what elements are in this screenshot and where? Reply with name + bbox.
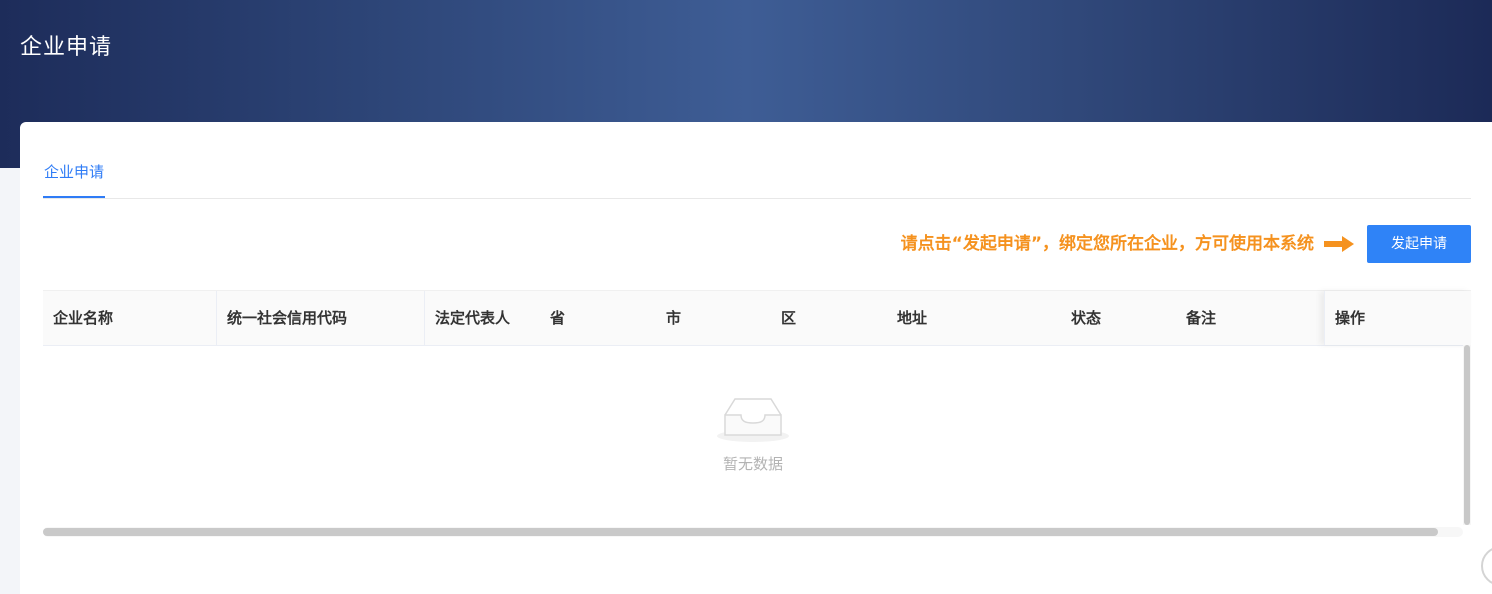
content-card: 企业申请 请点击“发起申请”，绑定您所在企业，方可使用本系统 发起申请 企业名称… <box>20 122 1492 594</box>
notice-text: 请点击“发起申请”，绑定您所在企业，方可使用本系统 <box>900 234 1314 254</box>
apply-button[interactable]: 发起申请 <box>1367 225 1471 263</box>
column-header-actions[interactable]: 操作 <box>1324 291 1471 345</box>
empty-text: 暂无数据 <box>722 455 783 473</box>
tab-enterprise-apply[interactable]: 企业申请 <box>43 160 106 198</box>
arrow-right-icon <box>1324 236 1354 252</box>
page-title: 企业申请 <box>20 35 113 60</box>
column-header-legal-rep[interactable]: 法定代表人 <box>424 291 540 345</box>
column-header-address[interactable]: 地址 <box>887 291 1061 345</box>
empty-state: 暂无数据 <box>43 345 1463 525</box>
column-header-city[interactable]: 市 <box>656 291 771 345</box>
horizontal-scrollbar[interactable] <box>43 527 1463 537</box>
vertical-scrollbar[interactable] <box>1463 345 1471 525</box>
column-header-remark[interactable]: 备注 <box>1176 291 1324 345</box>
column-header-name[interactable]: 企业名称 <box>43 291 216 345</box>
vertical-scrollbar-thumb[interactable] <box>1464 345 1470 525</box>
column-header-status[interactable]: 状态 <box>1061 291 1176 345</box>
empty-inbox-icon <box>717 398 789 442</box>
page: 企业申请 企业申请 请点击“发起申请”，绑定您所在企业，方可使用本系统 发起申请… <box>0 0 1492 594</box>
column-header-credit-code[interactable]: 统一社会信用代码 <box>216 291 424 345</box>
tab-bar: 企业申请 <box>43 160 1471 199</box>
action-row: 请点击“发起申请”，绑定您所在企业，方可使用本系统 发起申请 <box>20 225 1471 263</box>
horizontal-scrollbar-thumb[interactable] <box>43 528 1438 536</box>
column-header-province[interactable]: 省 <box>540 291 656 345</box>
enterprise-table: 企业名称 统一社会信用代码 法定代表人 省 市 区 地址 状态 备注 操作 暂无… <box>43 290 1471 542</box>
table-header: 企业名称 统一社会信用代码 法定代表人 省 市 区 地址 状态 备注 操作 <box>43 290 1471 346</box>
column-header-district[interactable]: 区 <box>771 291 887 345</box>
